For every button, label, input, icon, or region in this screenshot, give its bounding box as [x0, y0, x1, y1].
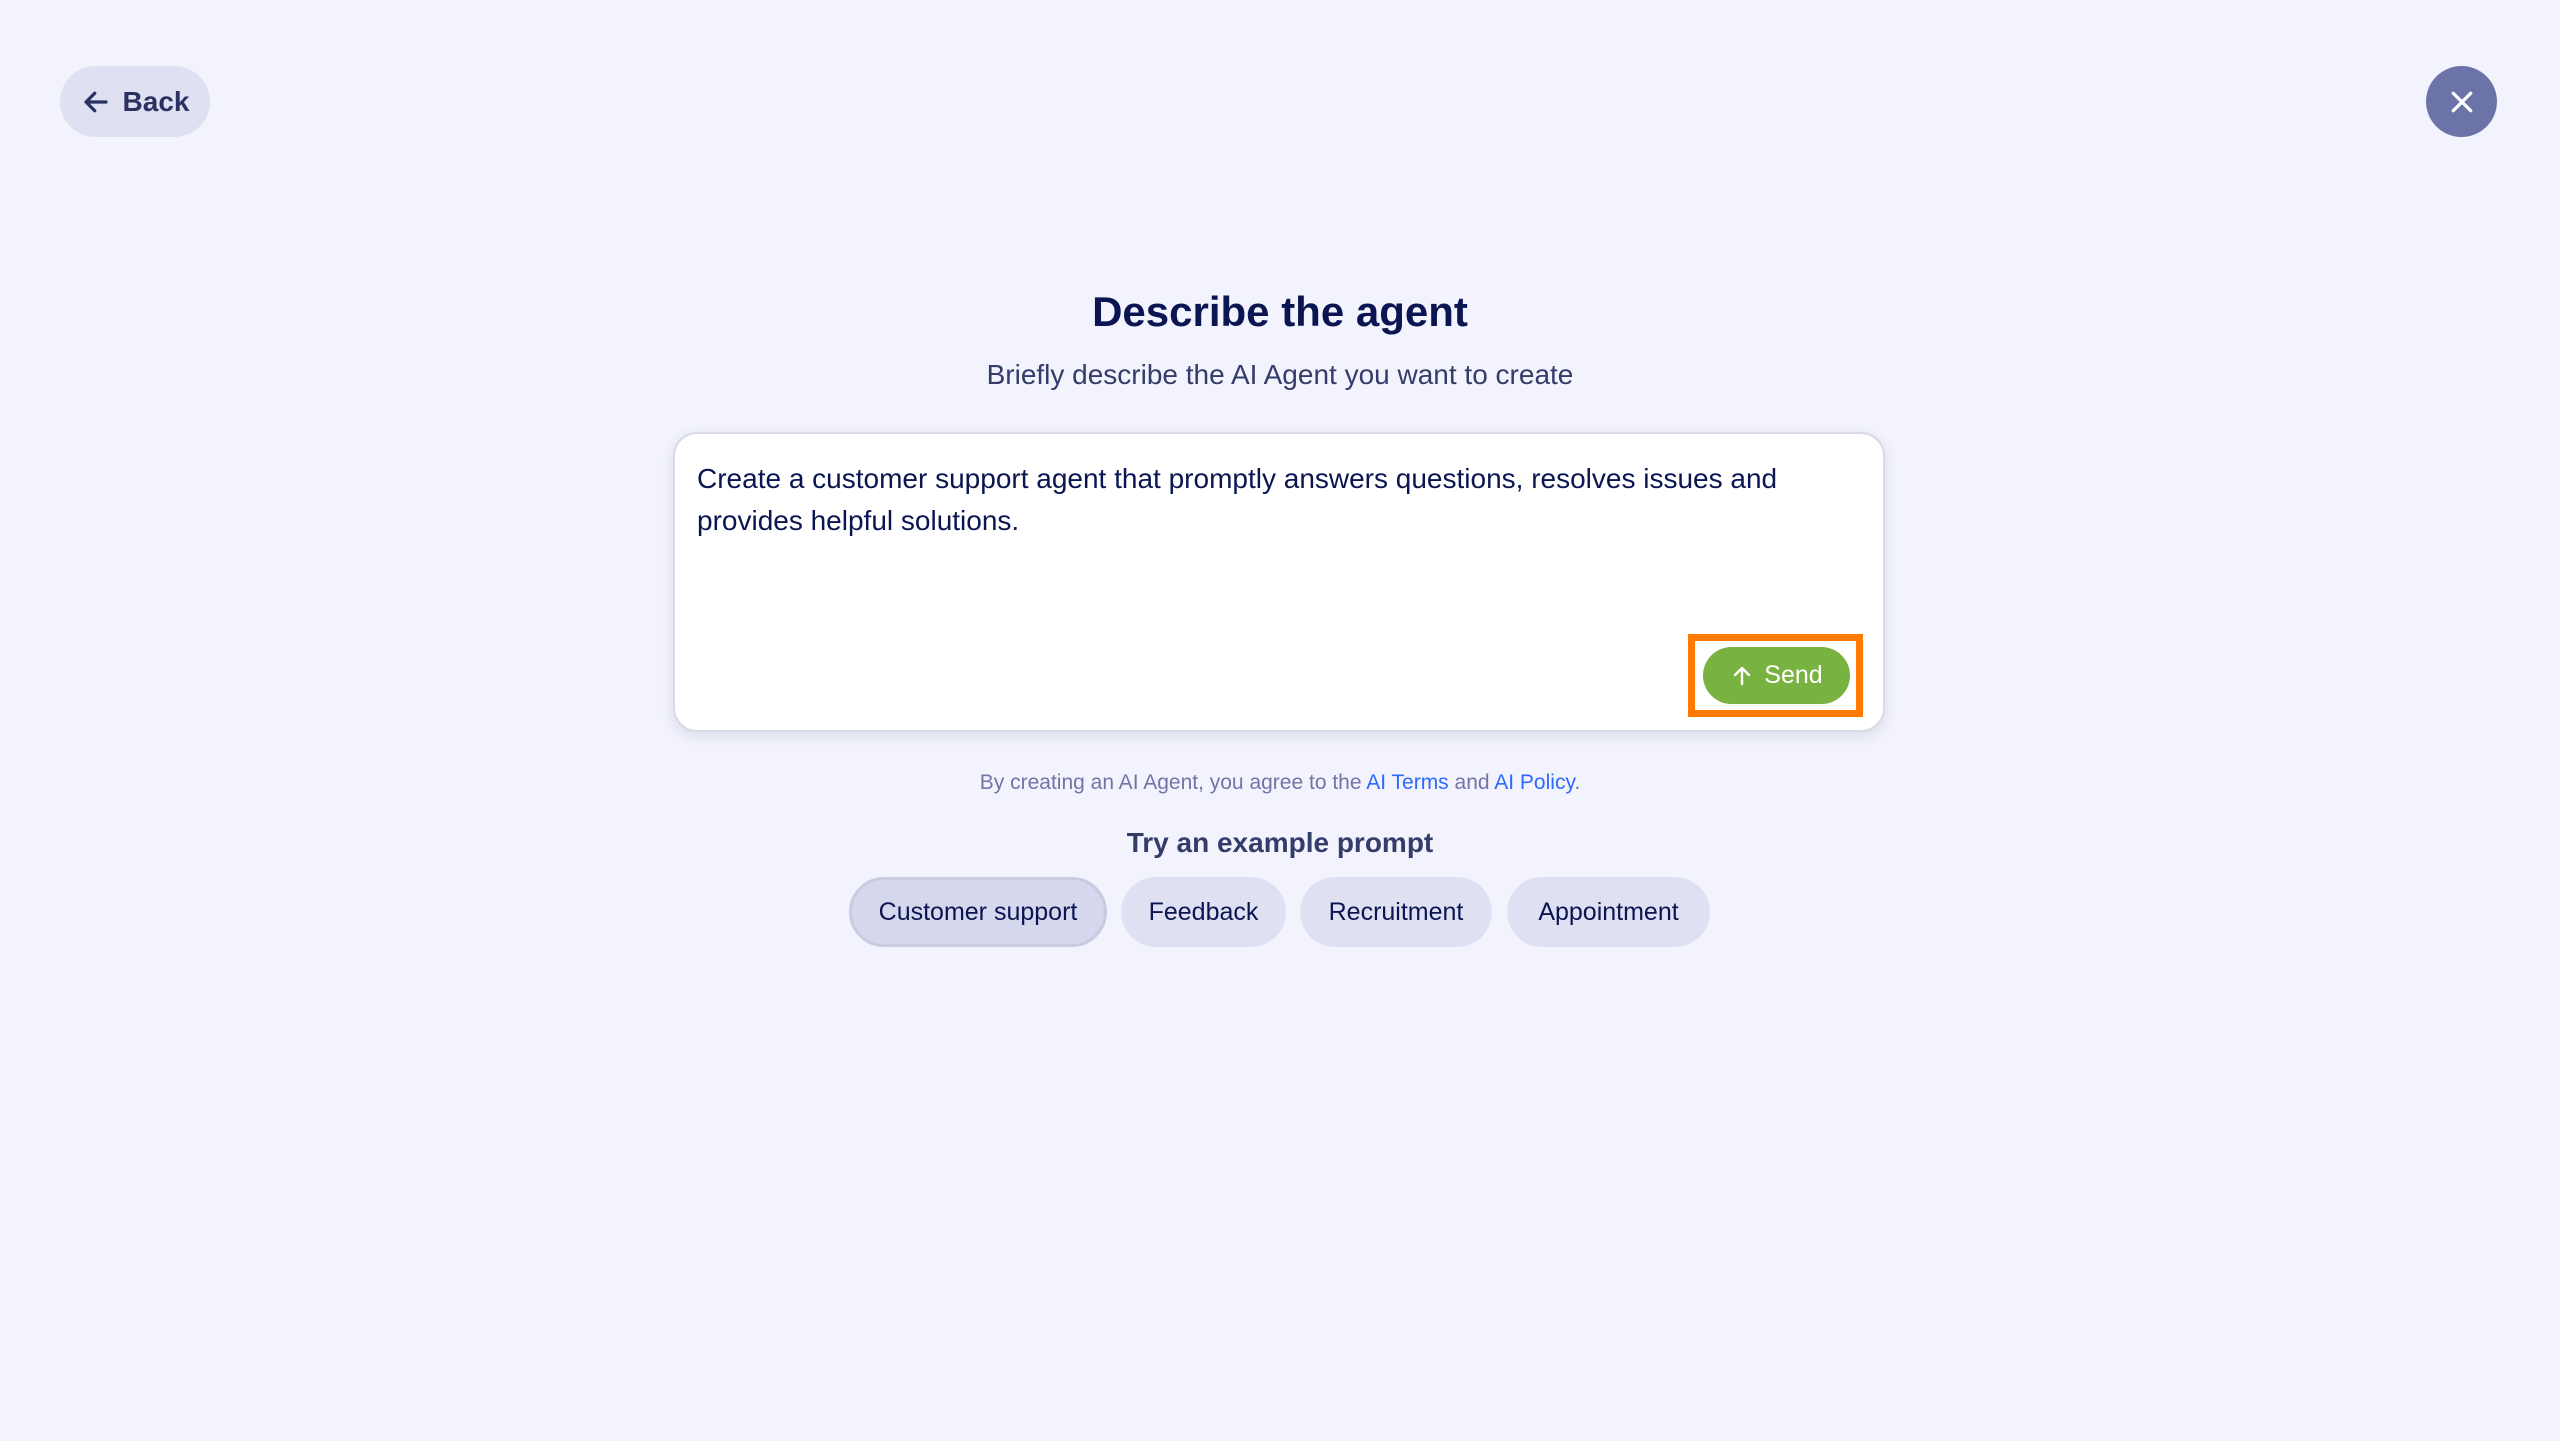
arrow-left-icon: [83, 91, 108, 112]
back-button[interactable]: Back: [60, 66, 210, 137]
legal-prefix: By creating an AI Agent, you agree to th…: [979, 771, 1367, 794]
ai-terms-link[interactable]: AI Terms: [1366, 771, 1448, 794]
example-chip-appointment[interactable]: Appointment: [1507, 877, 1710, 947]
legal-suffix: .: [1574, 771, 1581, 794]
send-button-label: Send: [1764, 661, 1823, 689]
example-chip-customer-support[interactable]: Customer support: [849, 877, 1107, 947]
ai-policy-link[interactable]: AI Policy: [1494, 771, 1574, 794]
example-chip-recruitment[interactable]: Recruitment: [1300, 877, 1492, 947]
back-button-label: Back: [122, 85, 190, 117]
example-chip-feedback[interactable]: Feedback: [1121, 877, 1286, 947]
page-subtitle: Briefly describe the AI Agent you want t…: [986, 359, 1574, 390]
arrow-up-icon: [1734, 666, 1751, 685]
prompt-text[interactable]: Create a customer support agent that pro…: [697, 458, 1847, 542]
legal-notice: By creating an AI Agent, you agree to th…: [0, 769, 2560, 797]
close-button[interactable]: [2426, 66, 2497, 137]
examples-heading: Try an example prompt: [1126, 827, 1434, 858]
legal-middle: and: [1448, 771, 1495, 794]
send-button[interactable]: Send: [1703, 647, 1850, 704]
page-title: Describe the agent: [1092, 288, 1468, 335]
close-icon: [2451, 91, 2472, 112]
